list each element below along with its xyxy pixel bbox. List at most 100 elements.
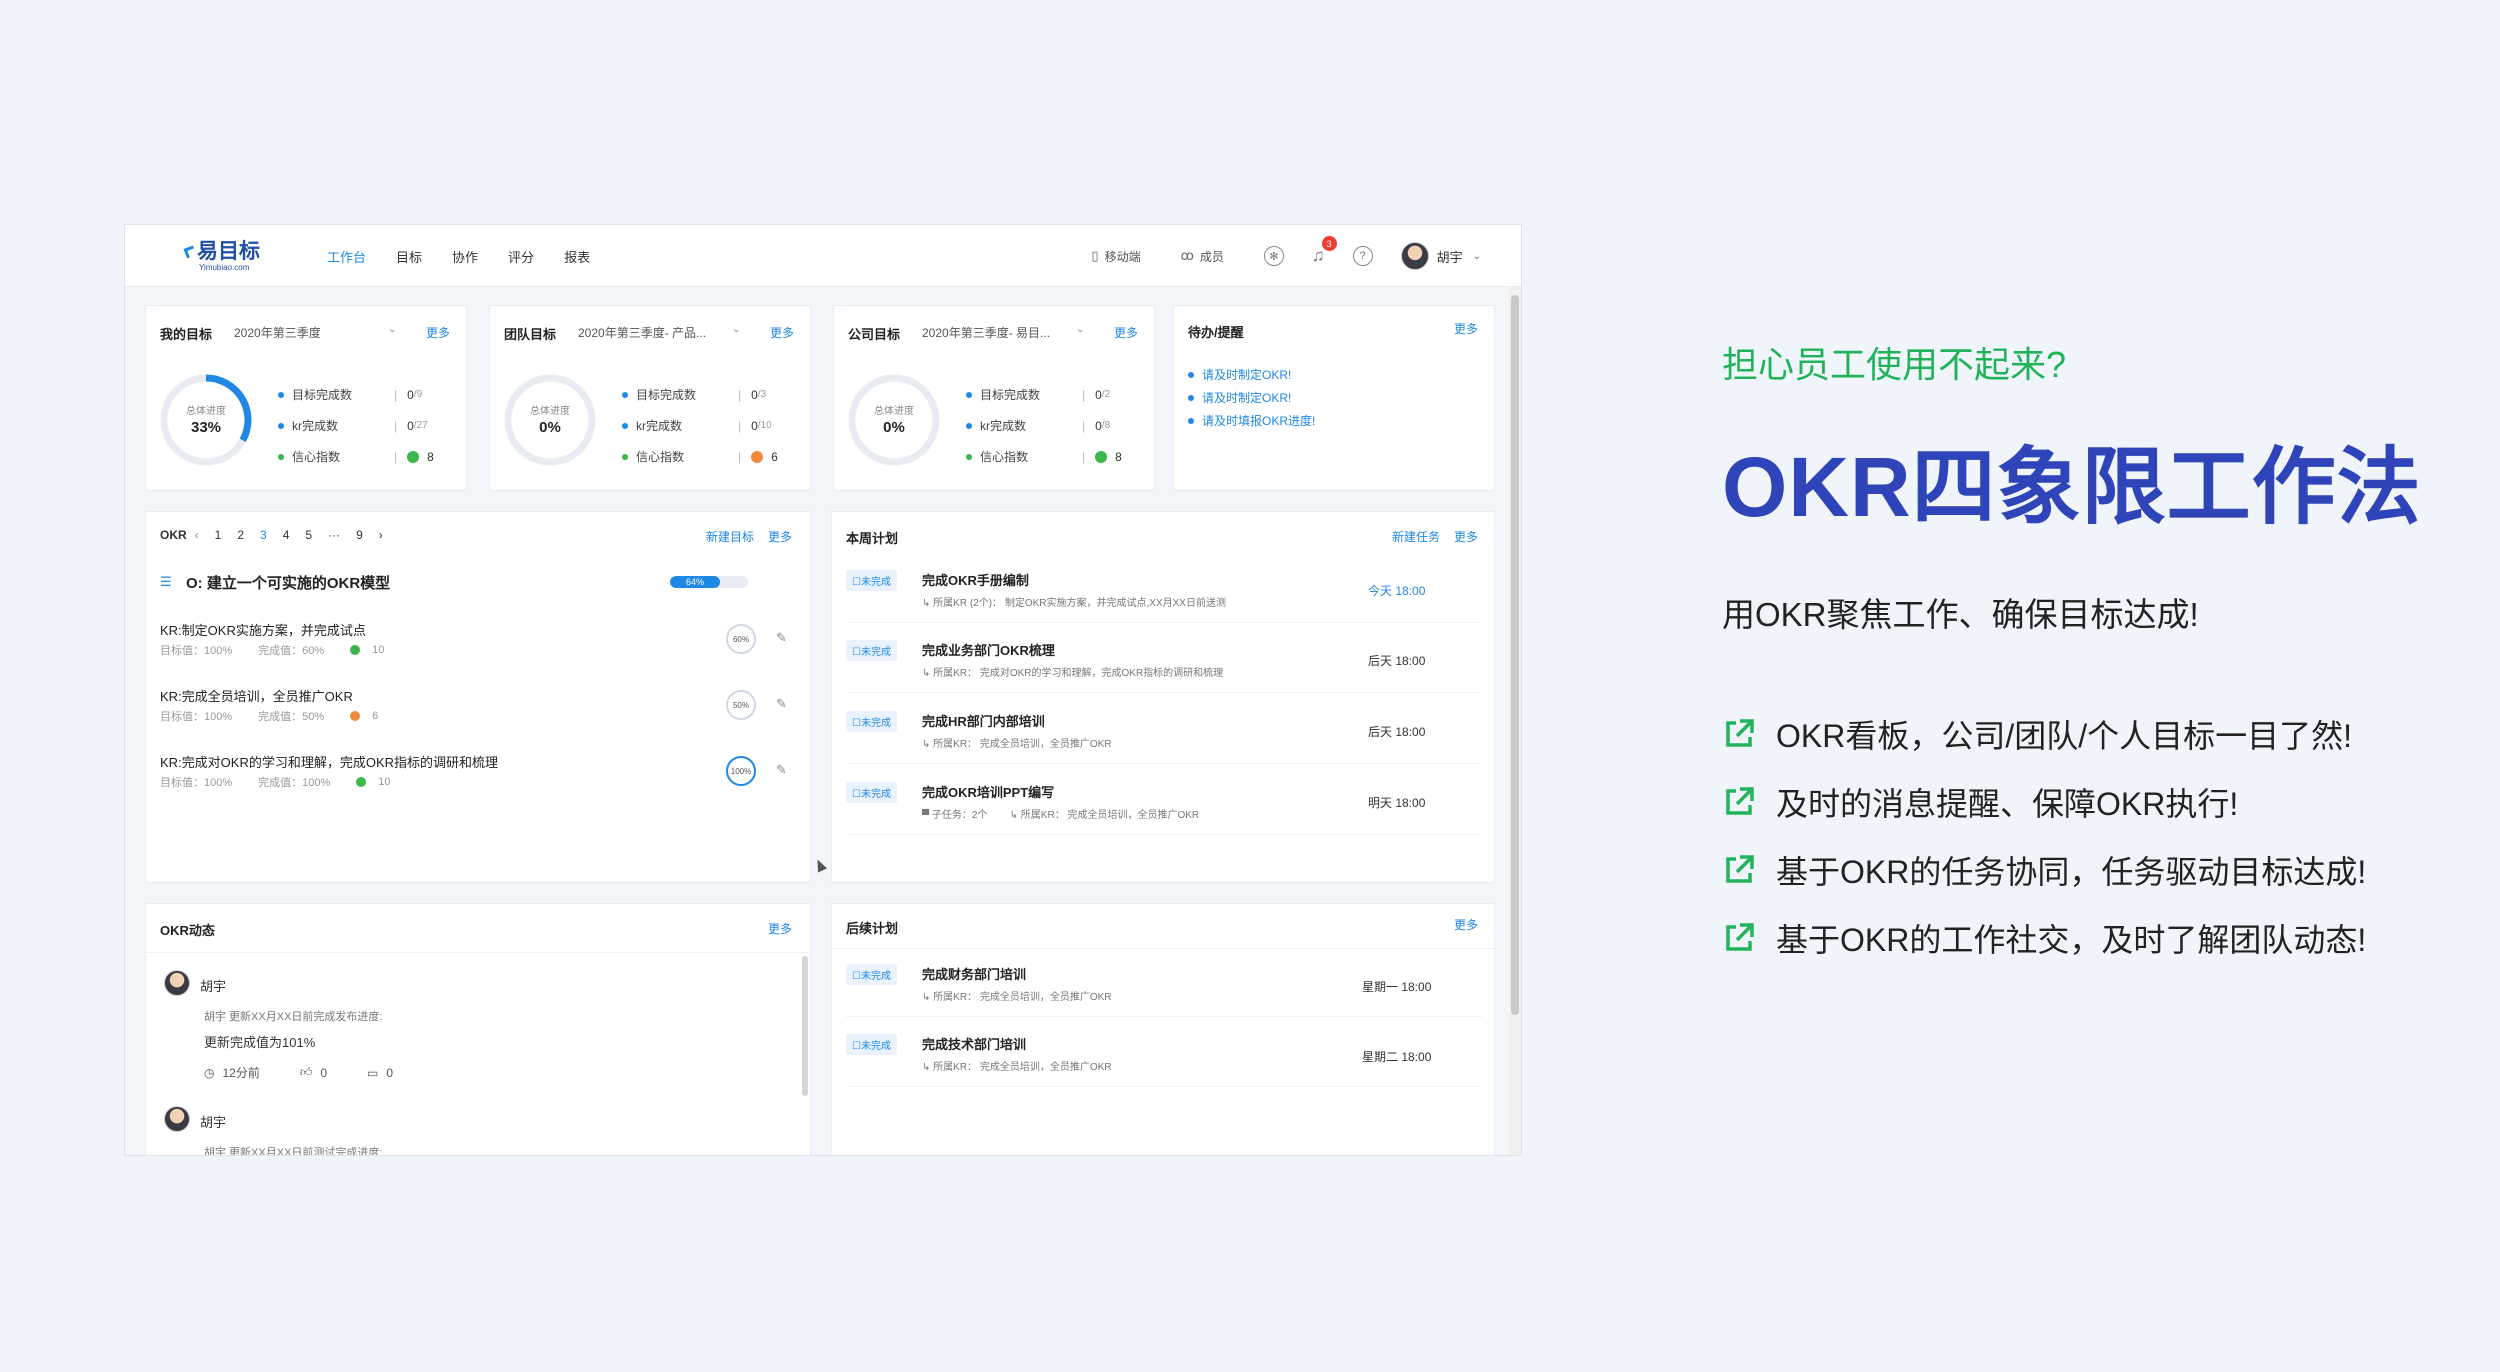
status-badge[interactable]: ☐未完成 — [846, 640, 897, 661]
scroll-thumb[interactable] — [1511, 295, 1519, 1015]
new-task-link[interactable]: 新建任务 — [1392, 528, 1440, 545]
todo-item[interactable]: 请及时制定OKR! — [1188, 366, 1291, 383]
kr-progress-ring: 100% — [726, 756, 756, 786]
chevron-down-icon[interactable]: ⌄ — [1076, 324, 1084, 335]
like-icon[interactable]: 👍︎ — [300, 1065, 313, 1080]
members-link[interactable]: ꝏ 成员 — [1181, 248, 1224, 265]
aperture-icon[interactable]: ✻ — [1263, 246, 1284, 266]
more-link[interactable]: 更多 — [1454, 916, 1478, 933]
season-select[interactable]: 2020年第三季度- 易目... — [922, 324, 1050, 341]
todo-item[interactable]: 请及时填报OKR进度! — [1188, 412, 1315, 429]
objective-title[interactable]: O: 建立一个可实施的OKR模型 — [186, 572, 390, 593]
edit-icon[interactable]: ✎ — [776, 696, 787, 712]
page-1[interactable]: 1 — [215, 528, 222, 542]
bell-icon[interactable]: ♫ 3 — [1312, 236, 1337, 266]
confidence-dot — [1095, 450, 1108, 463]
task-title[interactable]: 完成OKR手册编制 — [922, 570, 1029, 589]
more-link[interactable]: 更多 — [770, 324, 794, 341]
chevron-left-icon[interactable]: ‹ — [195, 528, 199, 542]
external-link-icon — [1722, 921, 1756, 955]
external-link-icon — [1722, 785, 1756, 819]
page-5[interactable]: 5 — [305, 528, 312, 542]
kr-title[interactable]: KR:制定OKR实施方案，并完成试点 — [160, 620, 366, 639]
divider — [846, 763, 1482, 764]
task-title[interactable]: 完成HR部门内部培训 — [922, 711, 1045, 730]
more-link[interactable]: 更多 — [768, 920, 792, 937]
chevron-down-icon[interactable]: ⌄ — [732, 324, 740, 335]
logo[interactable]: 易目标 Yimubiao.com — [183, 241, 260, 275]
new-goal-link[interactable]: 新建目标 — [706, 528, 754, 545]
kr-conf: 10 — [378, 776, 391, 788]
feed-scrollbar[interactable] — [802, 956, 808, 1096]
kr-target: 目标值：100% — [160, 777, 233, 789]
logo-subtext: Yimubiao.com — [199, 263, 250, 272]
kr-done: 完成值：60% — [258, 645, 325, 657]
feed-line: 胡宇 更新XX月XX日前测试完成进度: — [204, 1147, 383, 1156]
user-name[interactable]: 胡宇 — [1437, 247, 1463, 266]
page-4[interactable]: 4 — [283, 528, 290, 542]
feature-list: OKR看板，公司/团队/个人目标一目了然! 及时的消息提醒、保障OKR执行! 基… — [1722, 700, 2366, 972]
status-badge[interactable]: ☐未完成 — [846, 1034, 897, 1055]
stat-label: 目标完成数 — [292, 388, 353, 402]
kr-title[interactable]: KR:完成对OKR的学习和理解，完成OKR指标的调研和梳理 — [160, 752, 498, 771]
todo-item[interactable]: 请及时制定OKR! — [1188, 389, 1291, 406]
stat-label: 信心指数 — [292, 450, 341, 464]
more-link[interactable]: 更多 — [426, 324, 450, 341]
stat-label: kr完成数 — [636, 419, 682, 433]
progress-value: 33% — [190, 419, 222, 436]
more-link[interactable]: 更多 — [1114, 324, 1138, 341]
task-title[interactable]: 完成技术部门培训 — [922, 1034, 1026, 1053]
feed-user[interactable]: 胡宇 — [200, 1112, 226, 1131]
bullet-icon — [1188, 394, 1194, 401]
nav-collab[interactable]: 协作 — [452, 247, 478, 266]
task-title[interactable]: 完成业务部门OKR梳理 — [922, 640, 1055, 659]
season-select[interactable]: 2020年第三季度 — [234, 324, 321, 341]
status-badge[interactable]: ☐未完成 — [846, 964, 897, 985]
chevron-down-icon[interactable]: ⌄ — [388, 324, 396, 335]
stat-num: 6 — [771, 449, 778, 464]
stat-label: 信心指数 — [636, 450, 685, 464]
progress-label: 总体进度 — [186, 406, 226, 417]
season-select[interactable]: 2020年第三季度- 产品... — [578, 324, 706, 341]
page-scrollbar[interactable] — [1509, 287, 1521, 1155]
chevron-down-icon[interactable]: ⌄ — [1473, 251, 1481, 262]
edit-icon[interactable]: ✎ — [776, 762, 787, 778]
page-3[interactable]: 3 — [260, 528, 267, 542]
more-link[interactable]: 更多 — [1454, 320, 1478, 337]
nav-score[interactable]: 评分 — [508, 247, 534, 266]
comment-icon[interactable]: ▭ — [367, 1066, 378, 1080]
stat-num: 0 — [751, 387, 758, 402]
avatar[interactable] — [1400, 242, 1429, 270]
like-count: 0 — [320, 1065, 328, 1080]
page-2[interactable]: 2 — [237, 528, 244, 542]
divider — [846, 1016, 1482, 1017]
stat-den: /2 — [1101, 389, 1111, 400]
avatar[interactable] — [164, 970, 190, 996]
external-link-icon — [1722, 717, 1756, 751]
edit-icon[interactable]: ✎ — [776, 630, 787, 646]
comment-count: 0 — [386, 1065, 394, 1080]
task-title[interactable]: 完成财务部门培训 — [922, 964, 1026, 983]
okr-panel: OKR ‹ 1 2 3 4 5 ··· 9 › 新建目标 更多 ☰ O: 建立一… — [145, 511, 811, 883]
avatar[interactable] — [164, 1106, 190, 1132]
kr-title[interactable]: KR:完成全员培训，全员推广OKR — [160, 686, 353, 705]
status-badge[interactable]: ☐未完成 — [846, 711, 897, 732]
stat-label: 信心指数 — [980, 450, 1029, 464]
more-link[interactable]: 更多 — [768, 528, 792, 545]
more-link[interactable]: 更多 — [1454, 528, 1478, 545]
page-9[interactable]: 9 — [356, 528, 363, 542]
feature-text: 及时的消息提醒、保障OKR执行! — [1776, 786, 2239, 822]
task-sub: ↳ 所属KR (2个)： 制定OKR实施方案，并完成试点,XX月XX日前送测 — [922, 598, 1226, 609]
feed-user[interactable]: 胡宇 — [200, 976, 226, 995]
help-icon[interactable]: ? — [1352, 246, 1373, 266]
status-badge[interactable]: ☐未完成 — [846, 782, 897, 803]
card-title: 后续计划 — [846, 921, 899, 936]
nav-reports[interactable]: 报表 — [564, 247, 590, 266]
nav-goals[interactable]: 目标 — [396, 247, 422, 266]
task-title[interactable]: 完成OKR培训PPT编写 — [922, 782, 1054, 801]
task-time: 后天 18:00 — [1368, 725, 1426, 739]
chevron-right-icon[interactable]: › — [379, 528, 383, 542]
mobile-link[interactable]: ▯ 移动端 — [1091, 248, 1140, 265]
nav-workbench[interactable]: 工作台 — [327, 247, 366, 266]
status-badge[interactable]: ☐未完成 — [846, 570, 897, 591]
